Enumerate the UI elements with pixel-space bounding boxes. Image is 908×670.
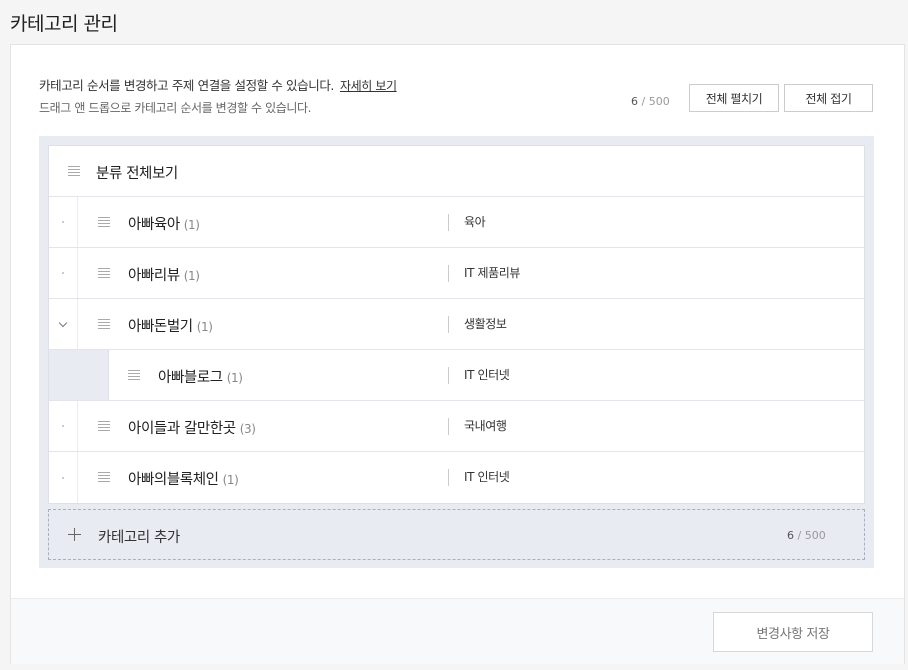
root-category-label: 분류 전체보기 bbox=[96, 166, 178, 182]
category-topic[interactable]: 국내여행 bbox=[448, 418, 507, 435]
category-tree-area: 분류 전체보기 아빠육아 (1) 육아 아빠리뷰 (1) IT 제품리뷰 아빠돈벌기… bbox=[39, 136, 874, 568]
post-count: (1) bbox=[196, 320, 213, 334]
expand-all-button[interactable]: 전체 펼치기 bbox=[689, 84, 779, 112]
page-title: 카테고리 관리 bbox=[10, 13, 118, 35]
bullet-icon bbox=[62, 221, 64, 223]
category-name: 아빠리뷰 (1) bbox=[128, 268, 200, 284]
counter-current: 6 bbox=[631, 95, 638, 108]
add-category-label: 카테고리 추가 bbox=[98, 530, 180, 546]
tree-row[interactable]: 아빠의블록체인 (1) IT 인터넷 bbox=[49, 452, 864, 503]
drag-handle-icon[interactable] bbox=[98, 421, 110, 431]
tree-row[interactable]: 아빠육아 (1) 육아 bbox=[49, 197, 864, 248]
tree-row-child[interactable]: 아빠블로그 (1) IT 인터넷 bbox=[49, 350, 864, 401]
collapse-toggle[interactable] bbox=[49, 299, 78, 349]
save-changes-button[interactable]: 변경사항 저장 bbox=[713, 612, 873, 652]
panel-footer: 변경사항 저장 bbox=[11, 598, 904, 664]
category-topic[interactable]: IT 인터넷 bbox=[448, 367, 510, 384]
drag-handle-icon[interactable] bbox=[68, 166, 80, 176]
bullet-icon bbox=[62, 425, 64, 427]
category-counter: 6 / 500 bbox=[631, 95, 670, 108]
category-topic[interactable]: 육아 bbox=[448, 214, 486, 231]
category-name: 아빠의블록체인 (1) bbox=[128, 472, 239, 488]
category-panel: 카테고리 순서를 변경하고 주제 연결을 설정할 수 있습니다. 자세히 보기 드… bbox=[10, 44, 905, 664]
tree-row-gutter bbox=[49, 248, 78, 298]
counter-current: 6 bbox=[787, 529, 794, 542]
category-tree: 분류 전체보기 아빠육아 (1) 육아 아빠리뷰 (1) IT 제품리뷰 아빠돈벌기… bbox=[48, 145, 865, 504]
description-text: 카테고리 순서를 변경하고 주제 연결을 설정할 수 있습니다. bbox=[39, 78, 334, 93]
drag-handle-icon[interactable] bbox=[98, 268, 110, 278]
drag-handle-icon[interactable] bbox=[128, 370, 140, 380]
drag-handle-icon[interactable] bbox=[98, 472, 110, 482]
category-name: 아빠육아 (1) bbox=[128, 217, 200, 233]
tree-row-gutter bbox=[49, 452, 78, 503]
drag-handle-icon[interactable] bbox=[98, 319, 110, 329]
post-count: (1) bbox=[222, 473, 239, 487]
post-count: (1) bbox=[226, 371, 243, 385]
bullet-icon bbox=[62, 476, 64, 479]
counter-max: / 500 bbox=[797, 529, 826, 542]
category-topic[interactable]: 생활정보 bbox=[448, 316, 507, 333]
tree-row-gutter bbox=[49, 401, 78, 451]
tree-row-root[interactable]: 분류 전체보기 bbox=[49, 146, 864, 197]
category-name: 아이들과 갈만한곳 (3) bbox=[128, 421, 256, 437]
post-count: (1) bbox=[183, 269, 200, 283]
post-count: (1) bbox=[183, 218, 200, 232]
category-topic[interactable]: IT 인터넷 bbox=[448, 469, 510, 486]
category-topic[interactable]: IT 제품리뷰 bbox=[448, 265, 520, 282]
chevron-down-icon bbox=[58, 318, 68, 327]
add-category-button[interactable]: 카테고리 추가 6 / 500 bbox=[48, 509, 865, 560]
counter-max: / 500 bbox=[641, 95, 670, 108]
collapse-all-button[interactable]: 전체 접기 bbox=[784, 84, 873, 112]
child-indent bbox=[49, 350, 109, 400]
drag-hint: 드래그 앤 드롭으로 카테고리 순서를 변경할 수 있습니다. bbox=[39, 101, 312, 115]
tree-row[interactable]: 아이들과 갈만한곳 (3) 국내여행 bbox=[49, 401, 864, 452]
bullet-icon bbox=[62, 272, 64, 274]
drag-handle-icon[interactable] bbox=[98, 217, 110, 227]
details-link[interactable]: 자세히 보기 bbox=[340, 79, 397, 93]
description-line: 카테고리 순서를 변경하고 주제 연결을 설정할 수 있습니다. 자세히 보기 bbox=[39, 75, 397, 94]
category-name: 아빠블로그 (1) bbox=[158, 370, 243, 386]
tree-row-gutter bbox=[49, 197, 78, 247]
post-count: (3) bbox=[239, 422, 256, 436]
category-name: 아빠돈벌기 (1) bbox=[128, 319, 213, 335]
add-category-counter: 6 / 500 bbox=[787, 529, 826, 542]
tree-row[interactable]: 아빠리뷰 (1) IT 제품리뷰 bbox=[49, 248, 864, 299]
tree-row[interactable]: 아빠돈벌기 (1) 생활정보 bbox=[49, 299, 864, 350]
plus-icon bbox=[68, 528, 82, 542]
